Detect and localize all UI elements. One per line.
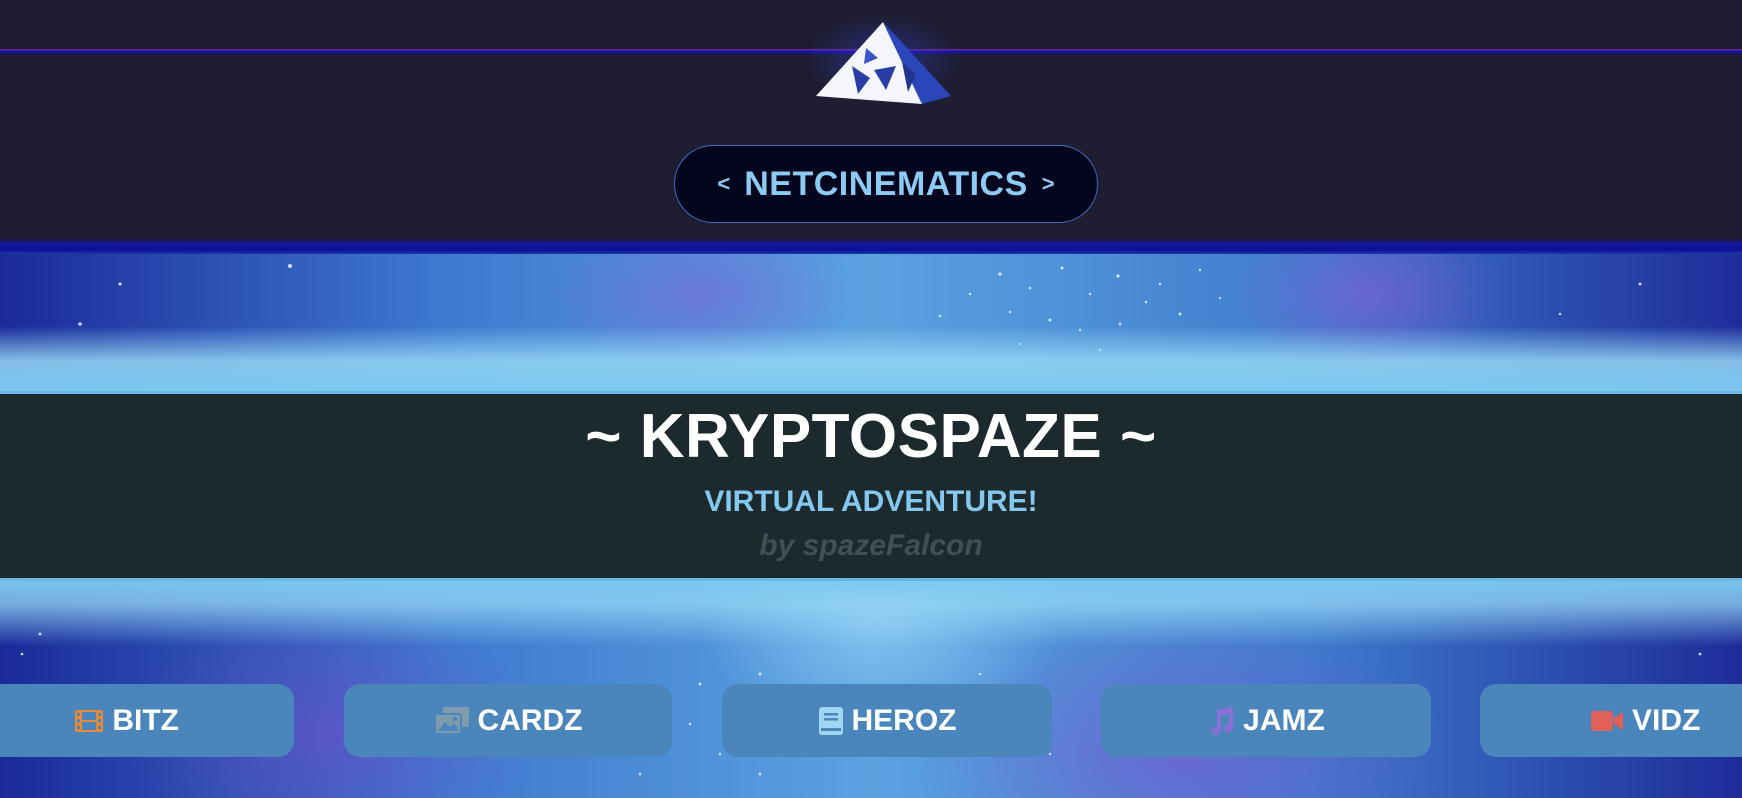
nav-label-heroz: HEROZ bbox=[851, 703, 957, 737]
site-name: NETCINEMATICS bbox=[744, 164, 1028, 203]
nav-label-cardz: CARDZ bbox=[477, 703, 583, 737]
nav-button-vidz[interactable]: VIDZ bbox=[1480, 684, 1742, 757]
page: < NETCINEMATICS > ~ KRYPTOSPAZE ~ VIRTUA… bbox=[0, 0, 1742, 798]
nav-label-bitz: BITZ bbox=[112, 703, 179, 737]
nav-label-jamz: JAMZ bbox=[1243, 703, 1325, 737]
nav-button-heroz[interactable]: HEROZ bbox=[722, 684, 1052, 757]
game-subtitle: VIRTUAL ADVENTURE! bbox=[704, 485, 1038, 518]
nav-label-vidz: VIDZ bbox=[1632, 703, 1701, 737]
music-icon bbox=[1212, 706, 1234, 735]
previous-site-arrow[interactable]: < bbox=[717, 171, 730, 197]
hero-banner: ~ KRYPTOSPAZE ~ VIRTUAL ADVENTURE! by sp… bbox=[0, 254, 1742, 798]
nav-button-jamz[interactable]: JAMZ bbox=[1101, 684, 1431, 757]
video-icon bbox=[1591, 710, 1623, 731]
title-band-glow-bottom bbox=[0, 576, 1742, 646]
book-icon bbox=[818, 706, 843, 735]
next-site-arrow[interactable]: > bbox=[1042, 171, 1055, 197]
nav-button-bitz[interactable]: BITZ bbox=[0, 684, 294, 757]
film-icon bbox=[75, 709, 104, 732]
title-band: ~ KRYPTOSPAZE ~ VIRTUAL ADVENTURE! by sp… bbox=[0, 391, 1742, 581]
game-title: ~ KRYPTOSPAZE ~ bbox=[585, 402, 1157, 471]
site-header: < NETCINEMATICS > bbox=[0, 0, 1742, 254]
title-band-glow-top bbox=[0, 326, 1742, 396]
header-divider-bottom bbox=[0, 238, 1742, 254]
site-switcher-pill[interactable]: < NETCINEMATICS > bbox=[674, 145, 1098, 223]
pyramid-logo-icon[interactable] bbox=[812, 18, 954, 108]
nav-button-cardz[interactable]: CARDZ bbox=[344, 684, 672, 757]
game-author: by spazeFalcon bbox=[759, 529, 983, 562]
images-icon bbox=[433, 706, 469, 735]
